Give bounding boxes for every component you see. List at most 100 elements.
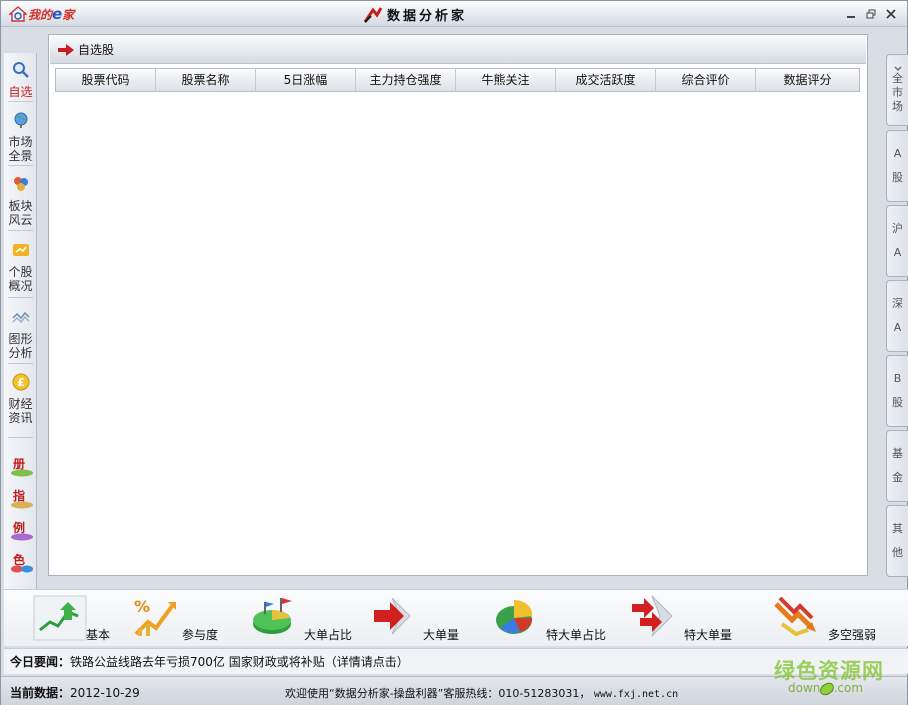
- tab-label: A: [893, 321, 902, 334]
- title-bar[interactable]: 我的e家 数据分析家: [1, 1, 907, 27]
- toolbar-label: 特大单量: [684, 628, 733, 642]
- svg-text:%: %: [134, 597, 150, 616]
- logo-text: 我的e家: [28, 5, 75, 23]
- house-logo-icon: [9, 6, 27, 22]
- column-header-bull-bear[interactable]: 牛熊关注: [456, 69, 556, 91]
- sidebar-item-label: 板块: [8, 199, 33, 213]
- news-headline-link[interactable]: 铁路公益线路去年亏损700亿 国家财政或将补贴（详情请点击）: [70, 653, 409, 670]
- sidebar-item-label: 自选: [8, 85, 33, 99]
- book-base-icon: [11, 533, 33, 541]
- watermark: 绿色资源网 downcc.com: [774, 655, 892, 701]
- column-header-rating[interactable]: 综合评价: [656, 69, 756, 91]
- left-sidebar: 自选 市场 全景 板块 风云 个股 概况 图形 分析 £ 财经 资讯 册 指 例…: [4, 53, 37, 591]
- tab-label: 股: [892, 171, 903, 184]
- percent-arrow-icon: %: [134, 597, 176, 636]
- app-logo[interactable]: 我的e家: [9, 4, 74, 24]
- basic-chart-icon: [33, 595, 87, 641]
- sidebar-item-label: 资讯: [8, 411, 33, 425]
- sidebar-item-finance-news[interactable]: £ 财经 资讯: [4, 373, 37, 425]
- close-button[interactable]: [883, 7, 899, 21]
- sidebar-item-label: 财经: [8, 397, 33, 411]
- toolbar-large-order-volume-button[interactable]: 大单量: [370, 590, 466, 646]
- app-window: 我的e家 数据分析家 自选 市场 全景 板块 风云 个股 概况 图形 分析 £ …: [0, 0, 908, 705]
- tab-shenzhen-a[interactable]: 深 A: [886, 280, 908, 352]
- tab-funds[interactable]: 基 金: [886, 430, 908, 502]
- tab-label: 深: [892, 297, 903, 310]
- column-header-code[interactable]: 股票代码: [56, 69, 156, 91]
- sidebar-example-button[interactable]: 例: [10, 517, 34, 543]
- sidebar-item-market[interactable]: 市场 全景: [4, 111, 37, 163]
- window-controls: [843, 7, 899, 21]
- current-data-date: 当前数据：2012-10-29: [10, 684, 140, 701]
- red-arrow-icon: [58, 43, 74, 56]
- toolbar-label: 大单占比: [304, 628, 353, 642]
- bottom-toolbar: 基本 % 参与度 大单占比 大单量 特大单占比 特大单量 多空强弱: [4, 589, 908, 646]
- table-body: [55, 93, 860, 569]
- website-link[interactable]: www.fxj.net.cn: [594, 689, 678, 700]
- tab-shanghai-a[interactable]: 沪 A: [886, 205, 908, 277]
- wave-chart-icon: [11, 311, 30, 324]
- app-mark-icon: [363, 6, 383, 23]
- svg-text:£: £: [17, 376, 25, 389]
- column-header-name[interactable]: 股票名称: [156, 69, 256, 91]
- bull-bear-arrows-icon: [774, 596, 816, 637]
- tab-all-market[interactable]: 全 市 场: [886, 54, 908, 126]
- sidebar-item-label: 图形: [8, 332, 33, 346]
- sidebar-item-stock-overview[interactable]: 个股 概况: [4, 241, 37, 293]
- tab-label: 股: [892, 396, 903, 409]
- column-header-activity[interactable]: 成交活跃度: [556, 69, 656, 91]
- table-header: 股票代码 股票名称 5日涨幅 主力持仓强度 牛熊关注 成交活跃度 综合评价 数据…: [55, 68, 860, 92]
- tab-label: 场: [892, 100, 903, 113]
- sidebar-item-graphics[interactable]: 图形 分析: [4, 308, 37, 360]
- column-header-score[interactable]: 数据评分: [756, 69, 859, 91]
- window-title: 数据分析家: [363, 5, 467, 24]
- red-arrow-icon: [374, 597, 411, 635]
- toolbar-large-order-ratio-button[interactable]: 大单占比: [250, 590, 360, 646]
- sidebar-divider: [8, 297, 33, 298]
- column-header-5day-change[interactable]: 5日涨幅: [256, 69, 356, 91]
- toolbar-extra-large-ratio-button[interactable]: 特大单占比: [492, 590, 612, 646]
- magnifier-icon: [12, 62, 29, 78]
- toolbar-extra-large-volume-button[interactable]: 特大单量: [630, 590, 744, 646]
- pound-coin-icon: £: [12, 373, 29, 391]
- book-base-icon: [11, 501, 33, 509]
- tab-label: 全: [892, 72, 903, 85]
- news-prefix: 今日要闻：: [10, 655, 71, 669]
- toolbar-long-short-strength-button[interactable]: 多空强弱: [772, 590, 882, 646]
- sidebar-item-favorites[interactable]: 自选: [4, 61, 37, 99]
- palette-icon: [11, 565, 33, 573]
- tab-label: 沪: [892, 222, 903, 235]
- sidebar-guide-button[interactable]: 指: [10, 485, 34, 511]
- double-arrow-icon: [632, 595, 673, 637]
- toolbar-label: 大单量: [423, 628, 460, 642]
- sidebar-item-sectors[interactable]: 板块 风云: [4, 175, 37, 227]
- sidebar-item-label: 概况: [8, 279, 33, 293]
- tab-b-shares[interactable]: B 股: [886, 355, 908, 427]
- tab-label: A: [893, 246, 902, 259]
- tab-label: 金: [892, 471, 903, 484]
- tab-others[interactable]: 其 他: [886, 505, 908, 577]
- minimize-icon: [847, 16, 855, 18]
- tab-label: 其: [892, 522, 903, 535]
- toolbar-basic-button[interactable]: 基本: [26, 590, 118, 646]
- tab-a-shares[interactable]: A 股: [886, 130, 908, 202]
- minimize-button[interactable]: [843, 7, 859, 21]
- close-icon: [886, 9, 896, 19]
- sidebar-color-button[interactable]: 色: [10, 549, 34, 575]
- app-title-text: 数据分析家: [387, 9, 468, 24]
- pie-flags-icon: [253, 598, 292, 634]
- toolbar-label: 特大单占比: [546, 628, 607, 642]
- status-bar: 当前数据：2012-10-29 欢迎使用“数据分析家-操盘利器”客服热线：010…: [1, 676, 907, 705]
- restore-button[interactable]: [863, 7, 879, 21]
- column-header-main-force[interactable]: 主力持仓强度: [356, 69, 456, 91]
- toolbar-participation-button[interactable]: % 参与度: [132, 590, 228, 646]
- restore-icon: [866, 9, 876, 19]
- globe-icon: [14, 112, 27, 128]
- sidebar-manual-button[interactable]: 册: [10, 453, 34, 479]
- tab-label: A: [893, 147, 902, 160]
- sidebar-item-label: 个股: [8, 265, 33, 279]
- panel-title: 自选股: [78, 43, 115, 57]
- sidebar-divider: [8, 230, 33, 231]
- welcome-message: 欢迎使用“数据分析家-操盘利器”客服热线：010-51283031， www.f…: [285, 685, 678, 701]
- tab-label: B: [893, 372, 902, 385]
